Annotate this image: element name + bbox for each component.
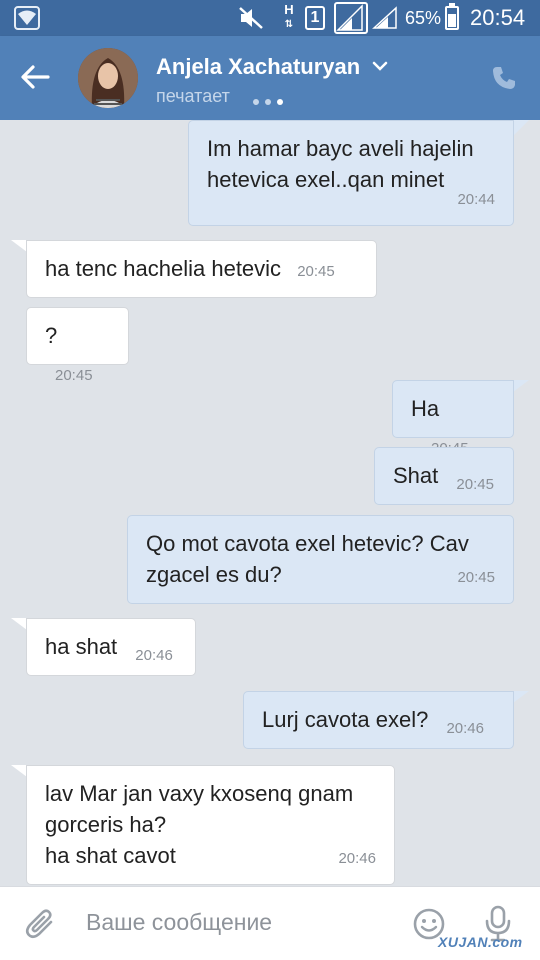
message-incoming[interactable]: lav Mar jan vaxy kxosenq gnam gorceris h… — [26, 765, 395, 885]
message-outgoing[interactable]: Ha 20:45 — [392, 380, 514, 457]
message-time: 20:45 — [297, 263, 335, 280]
message-text: Ha — [411, 396, 440, 421]
attach-icon[interactable] — [24, 907, 58, 941]
contact-name[interactable]: Anjela Xachaturyan — [156, 54, 360, 80]
typing-dots — [253, 92, 289, 110]
message-time: 20:46 — [135, 647, 173, 664]
signal-strength-icon — [372, 6, 397, 29]
signal-icon — [334, 2, 368, 34]
chevron-down-icon[interactable] — [372, 60, 388, 72]
message-text: ha shat — [45, 634, 118, 659]
message-incoming[interactable]: ha tenc hachelia hetevic 20:45 — [26, 240, 377, 298]
message-outgoing[interactable]: Shat 20:45 — [374, 447, 514, 505]
message-time: 20:45 — [55, 367, 93, 384]
message-incoming[interactable]: ? 20:45 — [26, 307, 129, 384]
battery-level-fill — [448, 14, 456, 27]
battery-percent: 65% — [405, 8, 442, 28]
phone-icon[interactable] — [490, 64, 518, 92]
status-clock: 20:54 — [470, 5, 526, 30]
message-time: 20:44 — [457, 191, 495, 208]
message-text: Im hamar bayc aveli hajelin hetevica exe… — [207, 136, 474, 192]
back-arrow-icon[interactable] — [18, 62, 52, 92]
avatar[interactable] — [78, 48, 138, 108]
message-outgoing[interactable]: Im hamar bayc aveli hajelin hetevica exe… — [188, 120, 514, 226]
wifi-icon — [14, 6, 40, 30]
message-time: 20:45 — [456, 476, 494, 493]
message-time: 20:46 — [446, 720, 484, 737]
network-type-label: H ⇅ — [284, 2, 294, 30]
message-list[interactable]: Im hamar bayc aveli hajelin hetevica exe… — [0, 120, 540, 886]
message-time: 20:46 — [338, 850, 376, 867]
message-text: Lurj cavota exel? — [262, 707, 429, 732]
message-text: lav Mar jan vaxy kxosenq gnam gorceris h… — [45, 781, 354, 868]
message-text: Shat — [393, 463, 439, 488]
sim-icon: 1 — [305, 6, 325, 30]
watermark: XUJAN.com — [438, 934, 523, 950]
message-outgoing[interactable]: Lurj cavota exel? 20:46 — [243, 691, 514, 749]
message-text: ha tenc hachelia hetevic — [45, 256, 282, 281]
message-text: ? — [45, 323, 58, 348]
mute-icon — [239, 7, 263, 29]
message-time: 20:45 — [457, 569, 495, 586]
message-outgoing[interactable]: Qo mot cavota exel hetevic? Cav zgacel e… — [127, 515, 514, 604]
message-input[interactable]: Ваше сообщение — [86, 909, 272, 936]
typing-status: печатает — [156, 86, 230, 106]
status-bar: H ⇅ 1 65% 20:54 — [0, 0, 540, 36]
message-incoming[interactable]: ha shat 20:46 — [26, 618, 196, 676]
message-text: Qo mot cavota exel hetevic? Cav zgacel e… — [146, 531, 469, 587]
battery-icon — [445, 3, 459, 30]
chat-header: Anjela Xachaturyan печатает — [0, 36, 540, 120]
